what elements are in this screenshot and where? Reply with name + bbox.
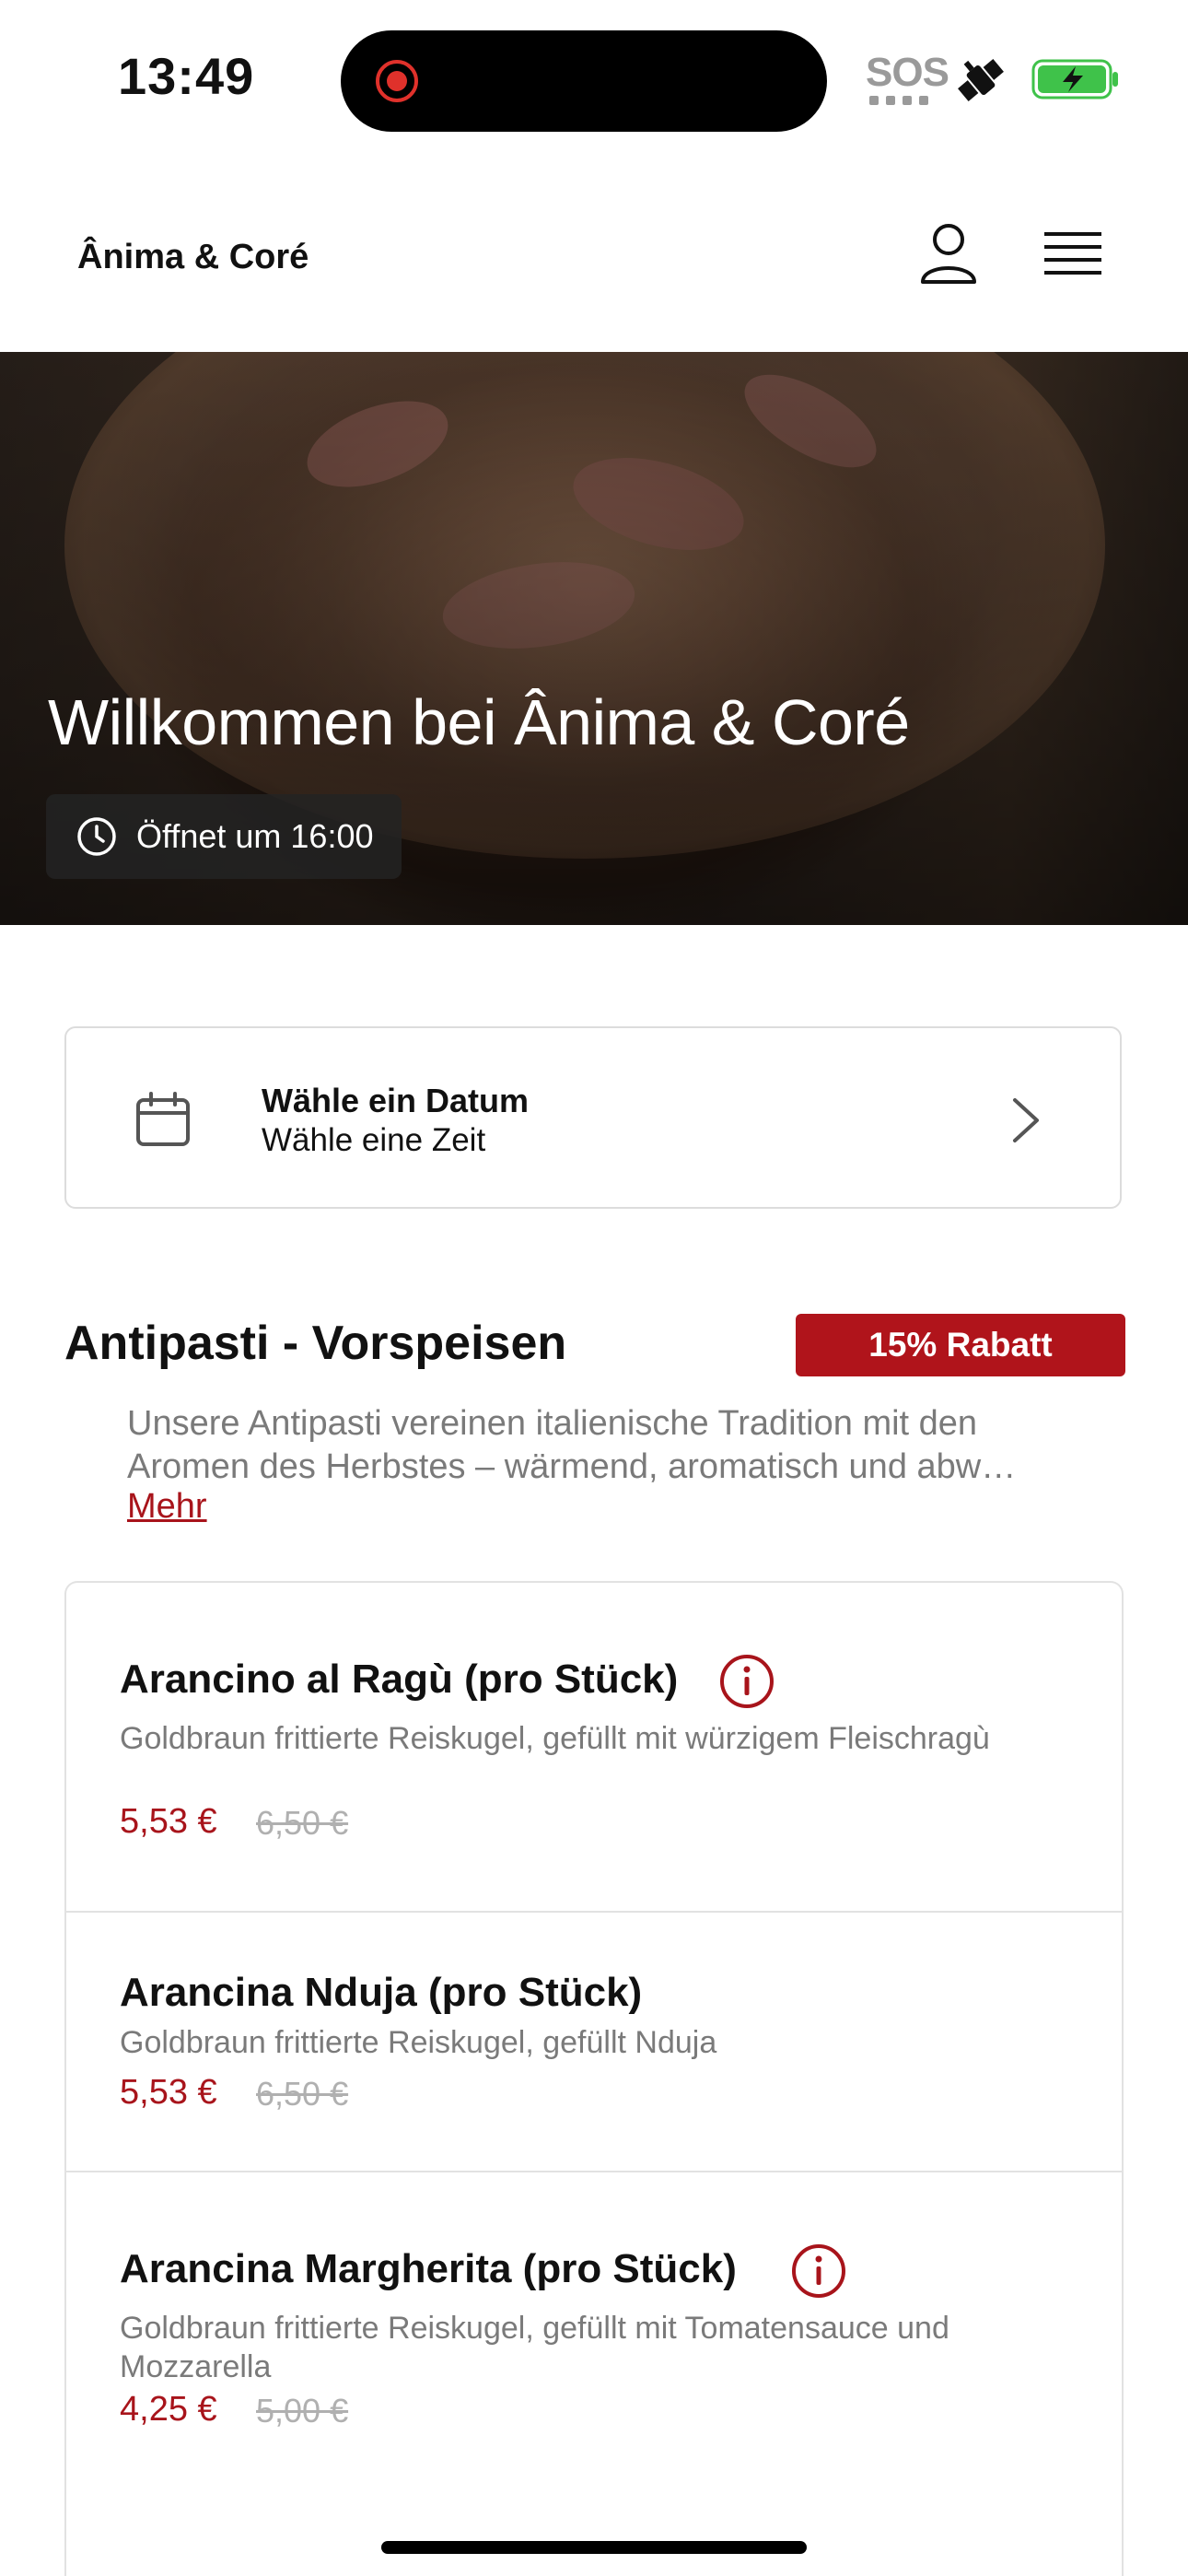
section-description: Unsere Antipasti vereinen italienische T… [127, 1404, 1017, 1486]
item-name: Arancino al Ragù (pro Stück) [120, 1657, 679, 1702]
battery-icon [1031, 59, 1118, 100]
record-icon [376, 60, 418, 102]
date-time-picker[interactable]: Wähle ein Datum Wähle eine Zeit [64, 1026, 1122, 1209]
item-old-price: 5,00 € [256, 2392, 349, 2430]
info-icon[interactable] [718, 1653, 775, 1710]
item-name: Arancina Margherita (pro Stück) [120, 2246, 737, 2291]
discount-badge: 15% Rabatt [796, 1314, 1125, 1376]
status-time: 13:49 [118, 47, 255, 105]
date-label: Wähle ein Datum [262, 1082, 530, 1119]
menu-icon[interactable] [1041, 227, 1105, 284]
brand-name[interactable]: Ânima & Coré [77, 238, 309, 277]
opening-time: Öffnet um 16:00 [136, 817, 374, 855]
item-price: 5,53 € [120, 2073, 217, 2112]
satellite-icon [958, 59, 1004, 101]
hero-banner: Willkommen bei Ânima & Coré Öffnet um 16… [0, 352, 1188, 925]
menu-item[interactable]: Arancino al Ragù (pro Stück) Goldbraun f… [66, 1583, 1122, 1913]
sos-indicator: SOS [866, 50, 949, 95]
item-description: Goldbraun frittierte Reiskugel, gefüllt … [120, 1721, 990, 1756]
app-header: Ânima & Coré [0, 175, 1188, 352]
signal-dots-icon [869, 96, 928, 105]
clock-icon [77, 817, 116, 856]
time-label: Wähle eine Zeit [262, 1122, 486, 1158]
item-old-price: 6,50 € [256, 1804, 349, 1842]
dynamic-island [341, 30, 827, 132]
calendar-icon [136, 1092, 190, 1146]
menu-list: Arancino al Ragù (pro Stück) Goldbraun f… [64, 1581, 1124, 2576]
section-title: Antipasti - Vorspeisen [64, 1317, 567, 1370]
opening-badge: Öffnet um 16:00 [46, 794, 402, 879]
more-link[interactable]: Mehr [127, 1487, 207, 1527]
menu-item[interactable]: Arancina Nduja (pro Stück) Goldbraun fri… [66, 1913, 1122, 2172]
menu-item[interactable]: Arancina Margherita (pro Stück) Goldbrau… [66, 2172, 1122, 2576]
welcome-title: Willkommen bei Ânima & Coré [48, 686, 910, 758]
info-icon[interactable] [790, 2242, 847, 2300]
user-icon[interactable] [914, 219, 984, 289]
item-old-price: 6,50 € [256, 2075, 349, 2113]
item-description: Goldbraun frittierte Reiskugel, gefüllt … [120, 2025, 717, 2060]
chevron-right-icon [1013, 1098, 1039, 1142]
item-name: Arancina Nduja (pro Stück) [120, 1970, 643, 2015]
item-price: 4,25 € [120, 2390, 217, 2429]
home-indicator [381, 2541, 807, 2554]
item-price: 5,53 € [120, 1802, 217, 1841]
item-description: Goldbraun frittierte Reiskugel, gefüllt … [120, 2311, 949, 2384]
status-bar: 13:49 SOS [0, 0, 1188, 157]
